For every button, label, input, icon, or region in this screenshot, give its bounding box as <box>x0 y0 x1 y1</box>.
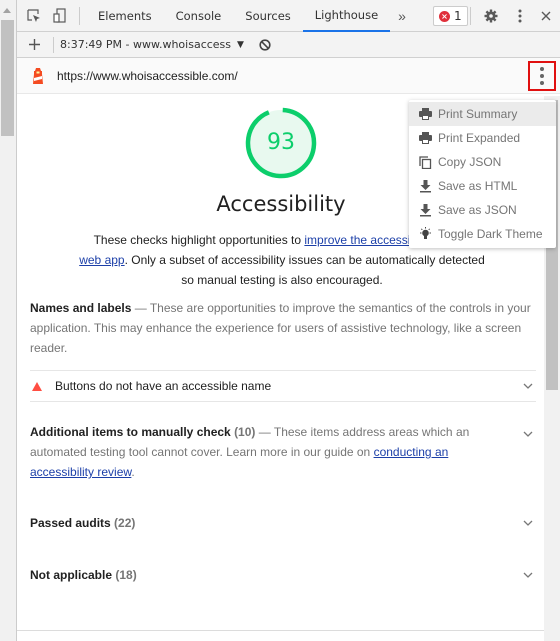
not-applicable-group[interactable]: Not applicable (18) <box>30 560 536 590</box>
period: . <box>131 465 135 479</box>
tab-lighthouse[interactable]: Lighthouse <box>302 0 391 32</box>
toolbar-divider <box>470 7 471 25</box>
menu-item-label: Print Expanded <box>438 131 521 145</box>
lighthouse-toolbar: 8:37:49 PM - www.whoisaccess ▼ <box>17 32 560 58</box>
group-title: Additional items to manually check <box>30 425 231 439</box>
dot <box>540 67 544 71</box>
download-icon <box>420 179 431 192</box>
new-report-button[interactable] <box>21 29 47 61</box>
score-gauge[interactable]: 93 <box>244 106 318 180</box>
group-header: Names and labels — These are opportuniti… <box>30 298 536 358</box>
report-options-menu: Print Summary Print Expanded Copy JSON S… <box>409 100 556 248</box>
tab-sources[interactable]: Sources <box>233 0 303 32</box>
menu-item-print-expanded[interactable]: Print Expanded <box>409 126 556 150</box>
improve-accessibility-link[interactable]: improve the accessi <box>304 233 410 247</box>
settings-gear-icon[interactable] <box>478 0 504 32</box>
download-icon <box>420 203 431 216</box>
chevron-down-icon[interactable] <box>522 428 534 440</box>
score-value: 93 <box>267 130 295 155</box>
chevron-down-icon[interactable] <box>522 380 534 392</box>
error-count-badge[interactable]: × 1 <box>433 6 468 26</box>
menu-item-save-json[interactable]: Save as JSON <box>409 198 556 222</box>
menu-item-label: Print Summary <box>438 107 518 121</box>
menu-item-label: Toggle Dark Theme <box>438 227 543 241</box>
inspect-element-icon[interactable] <box>21 0 47 32</box>
dropdown-caret-icon: ▼ <box>237 39 244 50</box>
report-select-value: 8:37:49 PM - www.whoisaccess <box>60 38 232 51</box>
toolbar-divider <box>53 36 54 53</box>
lighthouse-logo-icon <box>33 67 43 84</box>
menu-item-print-summary[interactable]: Print Summary <box>409 102 556 126</box>
group-title: Not applicable <box>30 568 113 582</box>
group-count: (18) <box>115 568 137 582</box>
manual-check-group[interactable]: Additional items to manually check (10) … <box>30 422 510 482</box>
group-title: Passed audits <box>30 516 111 530</box>
print-icon <box>419 108 432 120</box>
lighthouse-report-header: https://www.whoisaccessible.com/ <box>17 58 560 94</box>
dash: — <box>255 425 274 439</box>
dot <box>540 74 544 78</box>
audit-title: Buttons do not have an accessible name <box>55 379 272 393</box>
report-menu-button[interactable] <box>528 61 556 91</box>
clear-reports-block-icon[interactable] <box>252 29 278 61</box>
audit-row-button-name[interactable]: Buttons do not have an accessible name <box>30 371 536 401</box>
fail-triangle-icon <box>32 381 42 391</box>
menu-item-toggle-dark-theme[interactable]: Toggle Dark Theme <box>409 222 556 246</box>
group-count: (10) <box>234 425 256 439</box>
device-toolbar-icon[interactable] <box>47 0 73 32</box>
error-icon: × <box>439 10 450 22</box>
lightbulb-icon <box>420 227 431 239</box>
print-icon <box>419 132 432 144</box>
tab-elements[interactable]: Elements <box>86 0 164 32</box>
toolbar-divider <box>79 6 80 25</box>
menu-item-label: Copy JSON <box>438 155 502 169</box>
chevron-down-icon[interactable] <box>522 569 534 581</box>
chevron-down-icon[interactable] <box>522 517 534 529</box>
group-title: Names and labels <box>30 301 132 315</box>
page-scrollbar-thumb[interactable] <box>1 20 14 136</box>
close-icon[interactable] <box>533 0 559 32</box>
page-scrollbar[interactable] <box>0 0 15 641</box>
description-text-2: . Only a subset of accessibility issues … <box>124 253 485 287</box>
error-count: 1 <box>454 9 462 23</box>
devtools-panel: Elements Console Sources Lighthouse » × … <box>16 0 560 641</box>
copy-icon <box>419 155 432 169</box>
passed-audits-group[interactable]: Passed audits (22) <box>30 508 536 538</box>
menu-item-copy-json[interactable]: Copy JSON <box>409 150 556 174</box>
group-header: Additional items to manually check (10) … <box>30 422 510 482</box>
report-url: https://www.whoisaccessible.com/ <box>57 68 238 83</box>
menu-item-save-html[interactable]: Save as HTML <box>409 174 556 198</box>
more-options-icon[interactable] <box>507 0 533 32</box>
group-count: (22) <box>114 516 136 530</box>
devtools-tabbar: Elements Console Sources Lighthouse » × … <box>17 0 560 32</box>
more-tabs-button[interactable]: » <box>390 8 414 24</box>
menu-item-label: Save as HTML <box>438 179 518 193</box>
section-divider <box>17 630 545 631</box>
tab-console[interactable]: Console <box>164 0 234 32</box>
divider <box>30 401 536 402</box>
names-and-labels-group: Names and labels — These are opportuniti… <box>30 298 536 358</box>
menu-item-label: Save as JSON <box>438 203 517 217</box>
dash: — <box>131 301 150 315</box>
scroll-up-arrow-icon[interactable] <box>3 8 11 13</box>
report-select[interactable]: 8:37:49 PM - www.whoisaccess ▼ <box>60 38 244 51</box>
web-app-link[interactable]: web app <box>79 253 124 267</box>
description-text: These checks highlight opportunities to <box>93 233 305 247</box>
dot <box>540 81 544 85</box>
